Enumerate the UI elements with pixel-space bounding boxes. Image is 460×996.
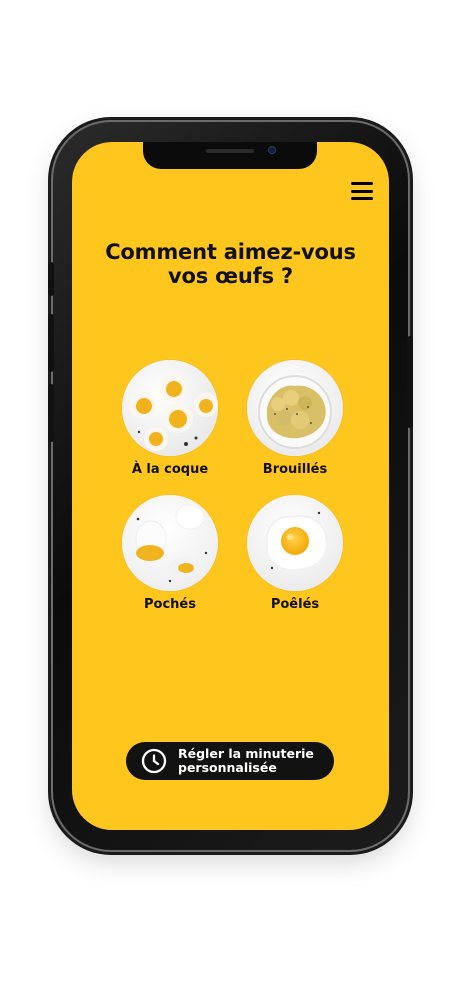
phone-frame: Comment aimez-vous vos œufs ? À la coque…	[48, 122, 413, 850]
egg-option-label: Poêlés	[270, 597, 320, 612]
menu-line	[351, 182, 373, 185]
menu-line	[351, 197, 373, 200]
clock-icon	[141, 748, 167, 774]
egg-option-a-la-coque[interactable]: À la coque	[120, 360, 220, 478]
power-button	[407, 336, 413, 428]
side-button	[48, 262, 54, 296]
menu-line	[351, 189, 373, 193]
egg-option-label: Brouillés	[262, 462, 328, 477]
egg-option-label: Pochés	[144, 597, 196, 612]
scrambled-egg-image	[247, 360, 343, 456]
hamburger-menu-icon[interactable]	[351, 182, 373, 200]
egg-option-label: À la coque	[131, 462, 209, 477]
front-camera	[268, 146, 276, 154]
notch	[143, 142, 317, 169]
phone-screen: Comment aimez-vous vos œufs ? À la coque…	[72, 142, 389, 830]
volume-down-button	[48, 384, 54, 442]
custom-timer-button[interactable]: Régler la minuterie personnalisée	[126, 742, 334, 780]
page-title: Comment aimez-vous vos œufs ?	[105, 240, 356, 288]
poached-egg-image	[122, 495, 218, 591]
volume-up-button	[48, 314, 54, 372]
egg-option-poeles[interactable]: Poêlés	[245, 495, 345, 613]
egg-option-poches[interactable]: Pochés	[120, 495, 220, 613]
soft-boiled-egg-image	[122, 360, 218, 456]
speaker-grill	[206, 149, 254, 153]
egg-options-grid: À la coque Brouillés Pochés Poêlés	[120, 360, 343, 620]
mockup-stage: Comment aimez-vous vos œufs ? À la coque…	[0, 0, 460, 996]
egg-option-brouilles[interactable]: Brouillés	[245, 360, 345, 478]
fried-egg-image	[247, 495, 343, 591]
custom-timer-label: Régler la minuterie personnalisée	[178, 746, 314, 775]
